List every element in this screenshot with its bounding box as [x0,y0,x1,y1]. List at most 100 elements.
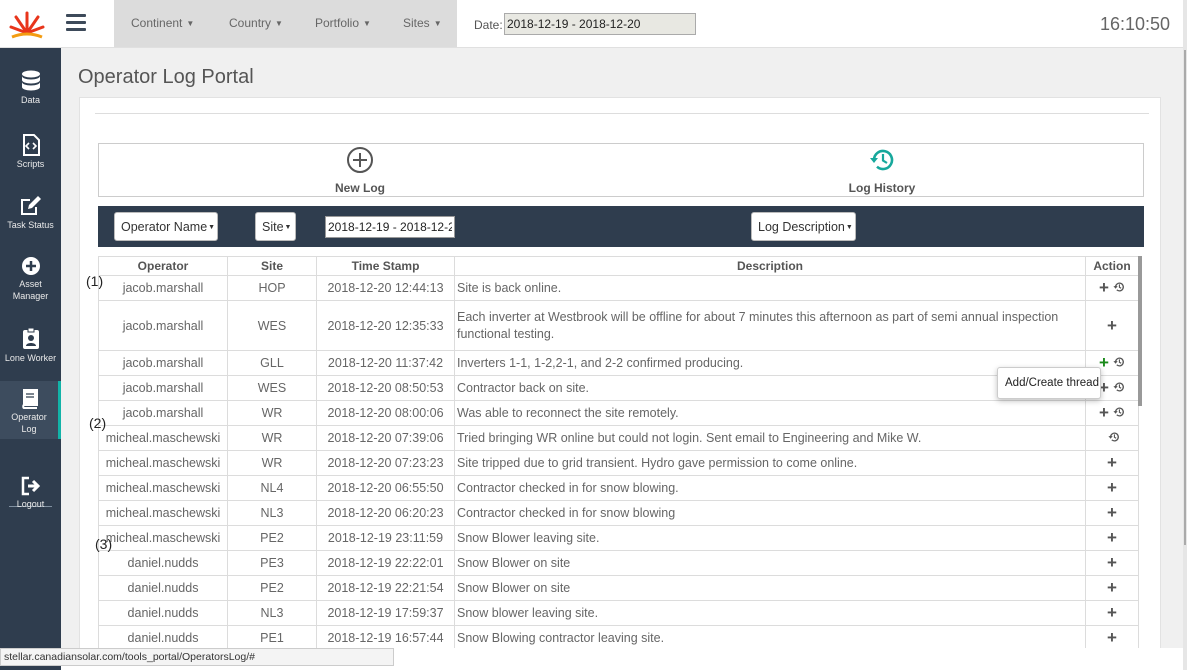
cell-operator: daniel.nudds [98,575,228,601]
sidebar-item-logout[interactable]: Logout [0,476,61,510]
sidebar-item-asset-manager[interactable]: Asset Manager [0,256,61,302]
table-row[interactable]: daniel.nudds PE1 2018-12-19 16:57:44 Snow B… [98,625,1139,651]
operator-name-filter[interactable]: Operator Name▼ [114,212,218,241]
cell-site: PE3 [227,550,317,576]
clock: 16:10:50 [1100,14,1171,34]
logout-icon [21,476,40,496]
caret-down-icon: ▼ [284,224,292,231]
caret-down-icon: ▼ [208,224,216,231]
log-description-filter[interactable]: Log Description▼ [751,212,856,241]
add-thread-icon[interactable]: + [1107,504,1117,521]
table-row[interactable]: daniel.nudds NL3 2018-12-19 17:59:37 Snow b… [98,600,1139,626]
cell-description: Inverters 1-1, 1-2,2-1, and 2-2 confirme… [454,350,1086,376]
table-row[interactable]: micheal.maschewski NL3 2018-12-20 06:20:23… [98,500,1139,526]
table-row[interactable]: jacob.marshall HOP 2018-12-20 12:44:13 Site… [98,275,1139,301]
cell-description: Contractor checked in for snow blowing. [454,475,1086,501]
log-table: Operator Site Time Stamp Description Act… [98,256,1139,651]
history-icon [870,149,894,171]
annotation-marker: (3) [95,536,113,552]
site-filter[interactable]: Site▼ [255,212,296,241]
cell-time-stamp: 2018-12-19 22:22:01 [316,550,455,576]
cell-action: + [1085,550,1139,576]
add-thread-icon[interactable]: + [1107,554,1117,571]
add-thread-icon[interactable]: + [1107,454,1117,471]
history-icon[interactable] [1113,381,1125,396]
cell-description: Snow Blower on site [454,550,1086,576]
cell-description: Tried bringing WR online but could not l… [454,425,1086,451]
cell-operator: jacob.marshall [98,375,228,401]
bottom-bar [394,648,1184,670]
history-icon[interactable] [1113,406,1125,421]
logo-icon [9,11,45,39]
sidebar-item-lone-worker[interactable]: Lone Worker [0,328,61,364]
sidebar-item-scripts[interactable]: Scripts [0,134,61,170]
cell-action: + [1085,400,1139,426]
table-row[interactable]: micheal.maschewski WR 2018-12-20 07:39:06 T… [98,425,1139,451]
history-icon[interactable] [1113,356,1125,371]
cell-description: Site is back online. [454,275,1086,301]
table-row[interactable]: jacob.marshall WES 2018-12-20 12:35:33 Each… [98,300,1139,351]
cell-description: Was able to reconnect the site remotely. [454,400,1086,426]
cell-action: + [1085,600,1139,626]
cell-description: Contractor checked in for snow blowing [454,500,1086,526]
cell-site: WES [227,375,317,401]
table-row[interactable]: micheal.maschewski PE2 2018-12-19 23:11:59… [98,525,1139,551]
caret-down-icon: ▼ [363,19,371,28]
portfolio-dropdown[interactable]: Portfolio ▼ [315,16,371,30]
plus-circle-icon [21,257,40,275]
sidebar: Data Scripts Task Status Asset Manager L… [0,48,61,670]
column-header-time-stamp[interactable]: Time Stamp [316,256,455,276]
page-scrollbar-thumb[interactable] [1184,50,1186,545]
cell-site: WR [227,400,317,426]
history-icon[interactable] [1108,431,1120,446]
cell-site: GLL [227,350,317,376]
cell-operator: jacob.marshall [98,300,228,351]
log-history-button[interactable]: Log History [822,146,942,195]
cell-action: + [1085,275,1139,301]
menu-toggle-button[interactable] [66,14,86,32]
cell-site: HOP [227,275,317,301]
add-thread-tooltip: Add/Create thread [997,367,1101,399]
add-thread-icon[interactable]: + [1099,279,1109,296]
table-row[interactable]: jacob.marshall WR 2018-12-20 08:00:06 Was a… [98,400,1139,426]
cell-description: Snow Blowing contractor leaving site. [454,625,1086,651]
continent-dropdown[interactable]: Continent ▼ [131,16,194,30]
add-thread-icon[interactable]: + [1107,629,1117,646]
cell-site: PE2 [227,575,317,601]
sidebar-item-data[interactable]: Data [0,70,61,106]
cell-time-stamp: 2018-12-20 07:39:06 [316,425,455,451]
annotation-marker: (2) [89,415,107,431]
date-range-input[interactable] [504,13,696,35]
cell-action: + [1085,525,1139,551]
history-icon[interactable] [1113,281,1125,296]
sidebar-item-operator-log[interactable]: Operator Log [0,381,61,439]
table-row[interactable]: jacob.marshall WES 2018-12-20 08:50:53 Cont… [98,375,1139,401]
add-thread-icon[interactable]: + [1107,579,1117,596]
log-date-range-input[interactable] [325,216,455,238]
table-row[interactable]: jacob.marshall GLL 2018-12-20 11:37:42 Inve… [98,350,1139,376]
new-log-button[interactable]: New Log [300,146,420,195]
table-row[interactable]: daniel.nudds PE3 2018-12-19 22:22:01 Snow B… [98,550,1139,576]
column-header-description[interactable]: Description [454,256,1086,276]
add-thread-icon[interactable]: + [1107,529,1117,546]
add-thread-icon[interactable]: + [1099,404,1109,421]
table-row[interactable]: micheal.maschewski NL4 2018-12-20 06:55:50… [98,475,1139,501]
sidebar-item-task-status[interactable]: Task Status [0,195,61,231]
sites-dropdown[interactable]: Sites ▼ [403,16,442,30]
log-actions: New Log Log History [98,143,1144,197]
column-header-operator[interactable]: Operator [98,256,228,276]
add-thread-icon[interactable]: + [1107,479,1117,496]
table-scrollbar[interactable] [1138,256,1142,406]
country-dropdown[interactable]: Country ▼ [229,16,283,30]
table-row[interactable]: daniel.nudds PE2 2018-12-19 22:21:54 Snow B… [98,575,1139,601]
add-thread-icon[interactable]: + [1107,604,1117,621]
cell-time-stamp: 2018-12-20 06:20:23 [316,500,455,526]
log-table-body: jacob.marshall HOP 2018-12-20 12:44:13 Site… [98,275,1139,651]
cell-operator: daniel.nudds [98,600,228,626]
cell-operator: jacob.marshall [98,275,228,301]
cell-time-stamp: 2018-12-20 11:37:42 [316,350,455,376]
table-row[interactable]: micheal.maschewski WR 2018-12-20 07:23:23 S… [98,450,1139,476]
date-label: Date: [474,18,503,32]
column-header-site[interactable]: Site [227,256,317,276]
add-thread-icon[interactable]: + [1107,317,1117,334]
